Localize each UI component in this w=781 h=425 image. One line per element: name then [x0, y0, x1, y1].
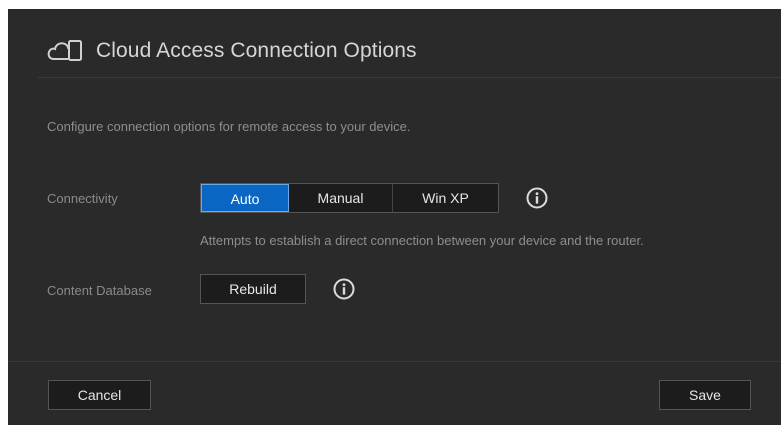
header-divider [38, 77, 781, 78]
footer-divider [8, 361, 781, 362]
cloud-access-dialog: Cloud Access Connection Options Configur… [8, 9, 781, 425]
rebuild-button[interactable]: Rebuild [200, 274, 306, 304]
content-database-label: Content Database [47, 283, 152, 298]
dialog-header: Cloud Access Connection Options [8, 9, 781, 77]
connectivity-option-auto[interactable]: Auto [201, 184, 289, 212]
intro-text: Configure connection options for remote … [47, 119, 411, 134]
connectivity-option-winxp[interactable]: Win XP [393, 184, 498, 212]
connectivity-hint: Attempts to establish a direct connectio… [200, 233, 644, 248]
save-button[interactable]: Save [659, 380, 751, 410]
content-database-info-icon[interactable] [333, 278, 355, 300]
connectivity-option-manual[interactable]: Manual [289, 184, 393, 212]
cloud-device-icon [46, 37, 86, 63]
connectivity-label: Connectivity [47, 191, 118, 206]
cancel-button[interactable]: Cancel [48, 380, 151, 410]
page-title: Cloud Access Connection Options [96, 39, 417, 62]
connectivity-segmented-control: Auto Manual Win XP [200, 183, 499, 213]
connectivity-info-icon[interactable] [526, 187, 548, 209]
